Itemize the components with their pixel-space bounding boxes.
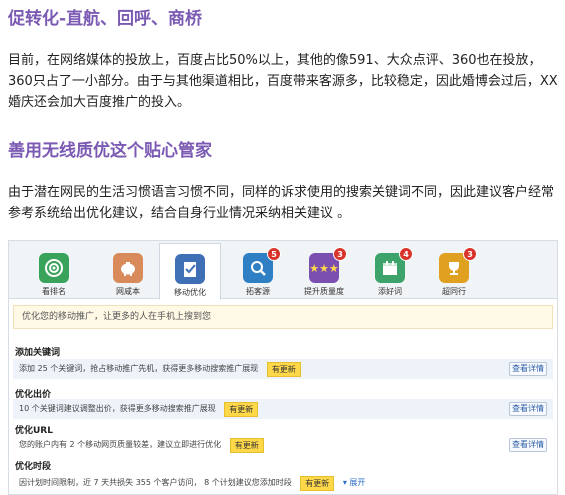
suggestion-text: 添加 25 个关键词，抢占移动推广先机，获得更多移动搜索推广展现 <box>19 364 259 373</box>
tab-mobile-optimization[interactable]: 移动优化 <box>159 243 221 300</box>
suggestion-row-add-keywords: 添加 25 个关键词，抢占移动推广先机，获得更多移动搜索推广展现 有更新 查看详… <box>13 359 553 379</box>
suggestion-row-optimize-bid: 10 个关键词建议调整出价，获得更多移动搜索推广展现 有更新 查看详情 <box>13 399 553 419</box>
target-icon <box>39 253 69 283</box>
suggestion-text: 您的账户内有 2 个移动网页质量较差，建议立即进行优化 <box>19 440 222 449</box>
paragraph-optimization-advice: 由于潜在网民的生活习惯语言习惯不同，同样的诉求使用的搜索关键词不同，因此建议客户… <box>8 185 555 221</box>
heading-wireless-quality: 善用无线质优这个贴心管家 <box>8 141 212 161</box>
tab-label: 提升质量度 <box>304 287 344 296</box>
section-title-optimize-schedule: 优化时段 <box>15 462 52 472</box>
tab-label: 添好词 <box>378 287 402 296</box>
expand-link[interactable]: ▾ 展开 <box>343 473 366 493</box>
update-tag: 有更新 <box>266 361 301 377</box>
heading-conversion: 促转化-直航、回呼、商桥 <box>8 9 203 29</box>
view-details-button[interactable]: 查看详情 <box>509 402 547 416</box>
mobile-optimization-panel: 看排名 网咸本 移动优化 5 拓客源 ★★★ 3 提升质量度 4 添好词 3 超… <box>8 240 558 495</box>
section-title-add-keywords: 添加关键词 <box>15 348 61 358</box>
check-list-icon <box>175 254 205 284</box>
update-tag: 有更新 <box>229 437 264 453</box>
tab-label: 看排名 <box>42 287 66 296</box>
tab-cost[interactable]: 网咸本 <box>97 247 159 299</box>
notice-bar: 优化您的移动推广，让更多的人在手机上搜到您 <box>13 305 553 329</box>
tab-ranking[interactable]: 看排名 <box>23 247 85 299</box>
suggestion-text: 因计划时间限制，近 7 天共损失 355 个客户访问， 8 个计划建议您添加时段 <box>19 478 292 487</box>
calendar-icon: 4 <box>375 247 413 283</box>
trophy-icon: 3 <box>439 247 477 283</box>
tool-tabs: 看排名 网咸本 移动优化 5 拓客源 ★★★ 3 提升质量度 4 添好词 3 超… <box>9 241 557 300</box>
paragraph-media-investment: 目前，在网络媒体的投放上，百度占比50%以上，其他的像591、大众点评、360也… <box>8 53 558 110</box>
notification-badge: 4 <box>399 247 413 261</box>
update-tag: 有更新 <box>224 401 259 417</box>
search-icon: 5 <box>243 247 281 283</box>
notification-badge: 3 <box>463 247 477 261</box>
suggestion-row-optimize-url: 您的账户内有 2 个移动网页质量较差，建议立即进行优化 有更新 查看详情 <box>13 435 553 455</box>
tab-add-keywords[interactable]: 4 添好词 <box>359 247 421 299</box>
tab-beat-peers[interactable]: 3 超同行 <box>423 247 485 299</box>
suggestion-text: 10 个关键词建议调整出价，获得更多移动搜索推广展现 <box>19 404 216 413</box>
tab-label: 超同行 <box>442 287 466 296</box>
notification-badge: 5 <box>267 247 281 261</box>
stars-icon: ★★★ 3 <box>309 247 347 283</box>
update-tag: 有更新 <box>300 475 335 491</box>
tab-label: 拓客源 <box>246 287 270 296</box>
tab-label: 网咸本 <box>116 287 140 296</box>
piggy-bank-icon <box>113 253 143 283</box>
suggestion-row-optimize-schedule: 因计划时间限制，近 7 天共损失 355 个客户访问， 8 个计划建议您添加时段… <box>13 473 553 493</box>
view-details-button[interactable]: 查看详情 <box>509 362 547 376</box>
tab-quality[interactable]: ★★★ 3 提升质量度 <box>293 247 355 299</box>
view-details-button[interactable]: 查看详情 <box>509 438 547 452</box>
tab-expand-customers[interactable]: 5 拓客源 <box>227 247 289 299</box>
notification-badge: 3 <box>333 247 347 261</box>
tab-label: 移动优化 <box>174 288 206 297</box>
